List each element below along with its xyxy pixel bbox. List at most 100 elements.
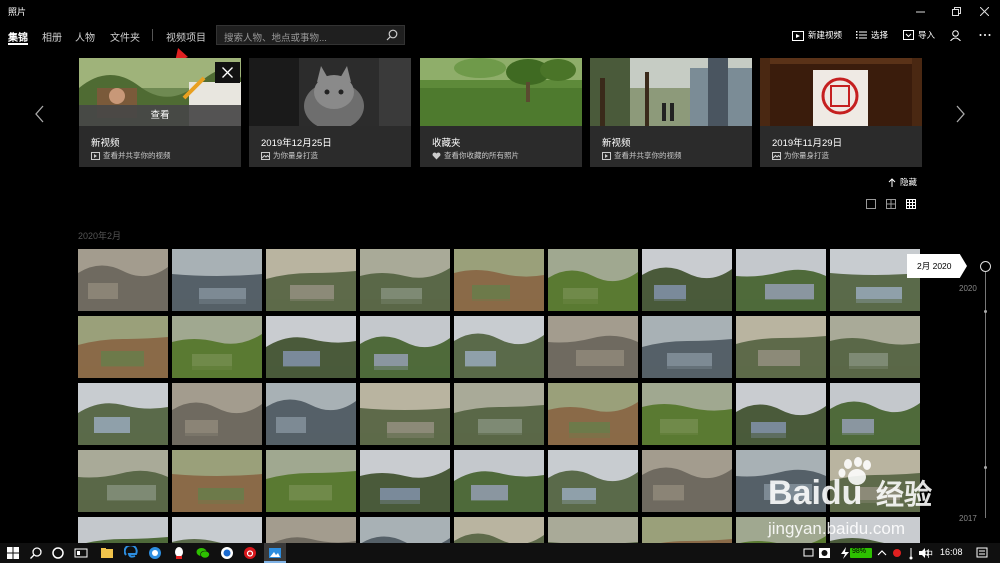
import-button[interactable]: 导入 [903, 28, 935, 42]
photo-thumbnail[interactable] [548, 517, 638, 543]
card-subtitle: 查看并共享你的视频 [602, 150, 682, 161]
small-tiles-icon[interactable] [905, 198, 917, 210]
photo-thumbnail[interactable] [172, 450, 262, 512]
photo-thumbnail[interactable] [642, 450, 732, 512]
tray-app-icon[interactable] [890, 546, 904, 560]
photo-thumbnail[interactable] [548, 450, 638, 512]
cortana-icon[interactable] [51, 546, 65, 560]
memory-card-favorites[interactable]: 收藏夹 查看你收藏的所有照片 [420, 58, 582, 167]
photo-thumbnail[interactable] [266, 383, 356, 445]
usb-icon[interactable] [904, 546, 918, 560]
photo-thumbnail[interactable] [266, 517, 356, 543]
tray-app-icon[interactable] [818, 546, 832, 560]
close-button[interactable] [966, 2, 1000, 20]
browser-icon[interactable] [148, 546, 162, 560]
search-input[interactable]: 搜索人物、地点或事物... [216, 25, 405, 45]
photo-thumbnail[interactable] [736, 249, 826, 311]
large-tiles-icon[interactable] [865, 198, 877, 210]
photo-thumbnail[interactable] [642, 517, 732, 543]
photo-thumbnail[interactable] [78, 316, 168, 378]
hide-label: 隐藏 [900, 177, 918, 187]
timeline-handle[interactable] [980, 261, 991, 272]
photo-thumbnail[interactable] [736, 316, 826, 378]
hide-button[interactable]: 隐藏 [888, 176, 917, 188]
photo-thumbnail[interactable] [266, 316, 356, 378]
photo-thumbnail[interactable] [454, 316, 544, 378]
card-view-overlay[interactable]: 查看 [79, 105, 241, 126]
tab-video-projects[interactable]: 视频项目 [166, 29, 206, 44]
medium-tiles-icon[interactable] [885, 198, 897, 210]
select-label: 选择 [871, 30, 889, 40]
photo-thumbnail[interactable] [454, 383, 544, 445]
tab-collection[interactable]: 集锦 [8, 29, 28, 44]
photo-thumbnail[interactable] [642, 383, 732, 445]
chevron-up-icon[interactable] [875, 546, 889, 560]
import-label: 导入 [918, 30, 936, 40]
photo-thumbnail[interactable] [454, 517, 544, 543]
card-title: 2019年11月29日 [772, 138, 843, 149]
timeline-year-label[interactable]: 2020 [959, 284, 977, 293]
tab-albums[interactable]: 相册 [42, 29, 62, 44]
card-subtitle-text: 查看你收藏的所有照片 [444, 151, 519, 160]
dismiss-card-button[interactable] [215, 62, 240, 83]
select-button[interactable]: 选择 [856, 28, 888, 42]
task-view-icon[interactable] [74, 546, 88, 560]
close-icon [979, 6, 989, 16]
memory-card-2019-12-25[interactable]: 2019年12月25日 为你量身打造 [249, 58, 411, 167]
minimize-button[interactable] [902, 2, 938, 20]
photo-thumbnail[interactable] [78, 517, 168, 543]
memory-card-new-video-2[interactable]: 新视频 查看并共享你的视频 [590, 58, 752, 167]
clock[interactable]: 16:08 [940, 547, 963, 557]
photo-thumbnail[interactable] [360, 450, 450, 512]
carousel-prev-icon[interactable] [33, 104, 47, 124]
photo-thumbnail[interactable] [548, 249, 638, 311]
tray-icon[interactable] [802, 546, 816, 560]
photo-thumbnail[interactable] [360, 316, 450, 378]
photo-thumbnail[interactable] [266, 450, 356, 512]
photo-thumbnail[interactable] [172, 316, 262, 378]
photo-thumbnail[interactable] [548, 316, 638, 378]
photo-thumbnail[interactable] [360, 249, 450, 311]
photo-thumbnail[interactable] [172, 383, 262, 445]
timeline-marker[interactable] [984, 310, 987, 313]
photo-thumbnail[interactable] [830, 249, 920, 311]
photo-thumbnail[interactable] [642, 249, 732, 311]
photo-thumbnail[interactable] [360, 517, 450, 543]
new-video-button[interactable]: 新建视频 [792, 28, 842, 42]
photo-thumbnail[interactable] [78, 249, 168, 311]
qq-icon[interactable] [172, 546, 186, 560]
tab-folders[interactable]: 文件夹 [110, 29, 140, 44]
more-button[interactable] [979, 28, 991, 42]
wechat-icon[interactable] [196, 546, 210, 560]
account-button[interactable] [950, 28, 961, 42]
battery-percent: 98% [852, 548, 867, 555]
windows-start-icon[interactable] [6, 546, 20, 560]
photo-thumbnail[interactable] [454, 249, 544, 311]
file-explorer-icon[interactable] [100, 546, 114, 560]
search-icon[interactable] [386, 29, 398, 41]
tab-people[interactable]: 人物 [75, 29, 95, 44]
photo-thumbnail[interactable] [78, 383, 168, 445]
photo-thumbnail[interactable] [172, 249, 262, 311]
carousel-next-icon[interactable] [953, 104, 967, 124]
memory-card-2019-11-29[interactable]: 2019年11月29日 为你量身打造 [760, 58, 922, 167]
photo-thumbnail[interactable] [266, 249, 356, 311]
photo-thumbnail[interactable] [360, 383, 450, 445]
netease-music-icon[interactable] [243, 546, 257, 560]
photo-thumbnail[interactable] [548, 383, 638, 445]
notification-icon[interactable] [975, 546, 989, 560]
photo-thumbnail[interactable] [642, 316, 732, 378]
photo-thumbnail[interactable] [172, 517, 262, 543]
edge-icon[interactable] [124, 546, 138, 560]
ime-indicator[interactable]: 中 [924, 547, 933, 560]
photo-thumbnail[interactable] [454, 450, 544, 512]
photos-app-icon[interactable] [268, 546, 282, 560]
app-icon[interactable] [220, 546, 234, 560]
photo-thumbnail[interactable] [830, 316, 920, 378]
search-icon[interactable] [29, 546, 43, 560]
photo-thumbnail[interactable] [736, 383, 826, 445]
photo-thumbnail[interactable] [78, 450, 168, 512]
timeline-track[interactable] [985, 266, 986, 518]
timeline-marker[interactable] [984, 466, 987, 469]
photo-thumbnail[interactable] [830, 383, 920, 445]
